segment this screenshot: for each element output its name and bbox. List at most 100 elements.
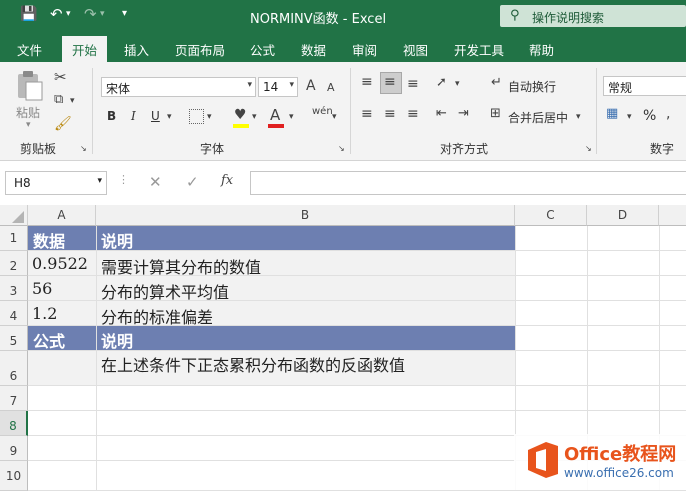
align-right-icon[interactable]: ≡ (407, 106, 419, 122)
number-format-combo[interactable]: 常规 (603, 76, 686, 96)
cell-a1[interactable]: 数据 (33, 228, 65, 252)
fill-color-icon[interactable]: ♥ (234, 107, 247, 123)
tab-page-layout[interactable]: 页面布局 (175, 40, 225, 59)
percent-style-button[interactable]: % (643, 108, 656, 124)
tab-review[interactable]: 审阅 (352, 40, 377, 59)
row-header-3[interactable]: 3 (0, 276, 28, 301)
customize-toolbar-icon[interactable]: ▾ (122, 8, 127, 19)
cell-a2[interactable]: 0.9522 (32, 254, 88, 273)
column-header-e[interactable] (659, 205, 686, 226)
table-row[interactable] (28, 411, 686, 436)
copy-icon[interactable]: ⧉ (54, 92, 63, 107)
tab-developer[interactable]: 开发工具 (454, 40, 504, 59)
tab-data[interactable]: 数据 (301, 40, 326, 59)
column-header-a[interactable]: A (28, 205, 96, 226)
insert-function-icon[interactable]: fx (221, 173, 233, 188)
undo-dropdown-icon[interactable]: ▾ (66, 9, 71, 19)
phonetic-dropdown-icon[interactable]: ▾ (332, 112, 337, 122)
name-box[interactable]: H8 ▾ (5, 171, 107, 195)
cell-b5[interactable]: 说明 (101, 328, 133, 352)
cell-b3[interactable]: 分布的算术平均值 (101, 279, 229, 303)
paste-button[interactable]: 粘贴 (16, 104, 40, 121)
orientation-icon[interactable]: ➚ (436, 75, 447, 90)
divider (92, 68, 93, 154)
font-color-icon[interactable]: A (270, 106, 280, 124)
underline-dropdown-icon[interactable]: ▾ (167, 112, 172, 122)
font-size-combo[interactable]: 14 ▾ (258, 77, 298, 97)
cell-a3[interactable]: 56 (32, 279, 52, 298)
enter-icon[interactable]: ✓ (186, 173, 199, 191)
column-header-d[interactable]: D (587, 205, 659, 226)
comma-style-icon[interactable]: , (666, 106, 670, 122)
cell-b1[interactable]: 说明 (101, 228, 133, 252)
italic-button[interactable]: I (131, 109, 136, 123)
accounting-format-icon[interactable]: ▦ (606, 106, 618, 121)
fill-color-dropdown-icon[interactable]: ▾ (252, 112, 257, 122)
merge-dropdown-icon[interactable]: ▾ (576, 112, 581, 122)
row-header-7[interactable]: 7 (0, 386, 28, 411)
font-color-dropdown-icon[interactable]: ▾ (289, 112, 294, 122)
watermark: Office教程网 www.office26.com (514, 434, 686, 490)
undo-icon[interactable]: ↶ (50, 5, 63, 23)
format-painter-icon[interactable]: 🖌 (54, 116, 72, 132)
cell-a4[interactable]: 1.2 (32, 304, 57, 323)
paste-icon[interactable] (14, 70, 44, 101)
cut-icon[interactable]: ✂ (54, 68, 67, 86)
borders-icon[interactable] (189, 109, 204, 124)
redo-icon[interactable]: ↷ (84, 5, 97, 23)
font-launcher-icon[interactable]: ↘ (338, 144, 345, 153)
align-middle-button[interactable]: ≡ (380, 72, 402, 94)
orientation-dropdown-icon[interactable]: ▾ (455, 79, 460, 89)
paste-dropdown-icon[interactable]: ▾ (26, 120, 31, 130)
tab-help[interactable]: 帮助 (529, 40, 554, 59)
cancel-icon[interactable]: ✕ (149, 173, 162, 191)
align-top-icon[interactable]: ≡ (361, 74, 373, 90)
redo-dropdown-icon[interactable]: ▾ (100, 9, 105, 19)
row-header-4[interactable]: 4 (0, 301, 28, 326)
copy-dropdown-icon[interactable]: ▾ (70, 96, 75, 106)
row-header-1[interactable]: 1 (0, 226, 28, 251)
tab-view[interactable]: 视图 (403, 40, 428, 59)
column-header-c[interactable]: C (515, 205, 587, 226)
borders-dropdown-icon[interactable]: ▾ (207, 112, 212, 122)
cell-a5[interactable]: 公式 (33, 328, 65, 352)
column-header-b[interactable]: B (96, 205, 515, 226)
row-header-2[interactable]: 2 (0, 251, 28, 276)
phonetic-guide-icon[interactable]: wén (312, 106, 333, 117)
table-row[interactable] (28, 386, 686, 411)
row-header-5[interactable]: 5 (0, 326, 28, 351)
align-left-icon[interactable]: ≡ (361, 106, 373, 122)
cell-b4[interactable]: 分布的标准偏差 (101, 304, 213, 328)
increase-indent-icon[interactable]: ⇥ (458, 106, 469, 121)
row-header-9[interactable]: 9 (0, 436, 28, 461)
underline-button[interactable]: U (151, 109, 160, 123)
cell-b2[interactable]: 需要计算其分布的数值 (101, 254, 261, 278)
decrease-font-size-icon[interactable]: A (327, 81, 335, 94)
formula-input[interactable] (250, 171, 686, 195)
row-header-8[interactable]: 8 (0, 411, 28, 436)
wrap-text-icon[interactable]: ↵ (491, 75, 502, 90)
tab-insert[interactable]: 插入 (124, 40, 149, 59)
accounting-dropdown-icon[interactable]: ▾ (627, 112, 632, 122)
font-name-combo[interactable]: 宋体 ▾ (101, 77, 256, 97)
tell-me-search[interactable]: ⚲ 操作说明搜索 (500, 5, 686, 27)
tab-home[interactable]: 开始 (62, 36, 108, 62)
clipboard-launcher-icon[interactable]: ↘ (80, 144, 87, 153)
row-header-6[interactable]: 6 (0, 351, 28, 386)
align-bottom-icon[interactable]: ≡ (407, 76, 419, 92)
cell-b6[interactable]: 在上述条件下正态累积分布函数的反函数值 (101, 352, 405, 376)
merge-center-icon[interactable]: ⊞ (490, 106, 501, 121)
tab-formulas[interactable]: 公式 (250, 40, 275, 59)
merge-center-button[interactable]: 合并后居中 (508, 109, 568, 126)
save-icon[interactable]: 💾 (20, 6, 37, 22)
row-header-10[interactable]: 10 (0, 461, 28, 491)
tab-file[interactable]: 文件 (17, 40, 42, 59)
decrease-indent-icon[interactable]: ⇤ (436, 106, 447, 121)
select-all-corner[interactable] (0, 205, 28, 226)
increase-font-size-icon[interactable]: A (306, 78, 316, 94)
font-color-swatch (268, 124, 284, 128)
align-center-icon[interactable]: ≡ (384, 106, 396, 122)
alignment-launcher-icon[interactable]: ↘ (585, 144, 592, 153)
wrap-text-button[interactable]: 自动换行 (508, 78, 556, 95)
bold-button[interactable]: B (107, 109, 116, 123)
